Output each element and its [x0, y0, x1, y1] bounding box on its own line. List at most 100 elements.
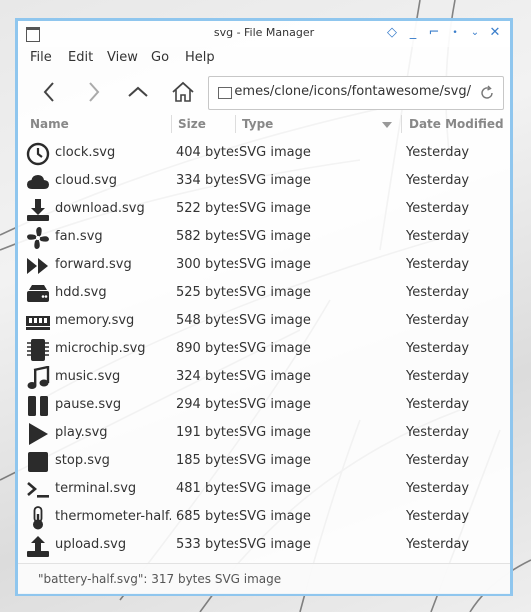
column-separator[interactable] [235, 115, 236, 133]
file-row[interactable]: thermometer-half.svg 685 bytesSVG image Ye… [18, 503, 510, 531]
file-row[interactable]: memory.svg 548 bytes SVG image Yesterday [18, 307, 510, 335]
file-size: 522 bytes [176, 201, 238, 216]
shade-icon[interactable]: • [447, 25, 463, 41]
file-name: music.svg [55, 369, 121, 384]
location-bar[interactable]: /usr/share/themes/clone/icons/fontawesom… [208, 76, 504, 110]
chevron-up-icon [128, 86, 148, 97]
file-name: terminal.svg [55, 481, 137, 496]
file-size: 548 bytes [176, 313, 238, 328]
file-row[interactable]: pause.svg 294 bytes SVG image Yesterday [18, 391, 510, 419]
file-size: 294 bytes [176, 397, 238, 412]
cloud-icon [26, 170, 50, 194]
file-size: 525 bytes [176, 285, 238, 300]
file-name: cloud.svg [55, 173, 118, 188]
file-row[interactable]: fan.svg 582 bytes SVG image Yesterday [18, 223, 510, 251]
file-date-modified: Yesterday [406, 537, 470, 552]
file-type: SVG image [239, 481, 311, 496]
file-manager-window: svg - File Manager ◇ _ ⌐ • ⌄ ✕ File Edit… [15, 18, 513, 596]
file-date-modified: Yesterday [406, 229, 470, 244]
menu-edit[interactable]: Edit [68, 50, 93, 65]
file-date-modified: Yesterday [406, 369, 470, 384]
file-row[interactable]: upload.svg 533 bytes SVG image Yesterday [18, 531, 510, 559]
chevron-right-icon [89, 82, 100, 102]
column-date-modified[interactable]: Date Modified [409, 117, 504, 131]
column-separator[interactable] [171, 115, 172, 133]
back-button[interactable] [34, 77, 64, 107]
file-size: 481 bytes [176, 481, 238, 496]
reload-icon[interactable] [479, 85, 495, 101]
file-type: SVG image [239, 201, 311, 216]
home-button[interactable] [168, 77, 198, 107]
file-name: upload.svg [55, 537, 127, 552]
file-size: 404 bytes [176, 145, 238, 160]
column-header: Name Size Type Date Modified [18, 113, 510, 135]
file-name: forward.svg [55, 257, 132, 272]
column-name[interactable]: Name [30, 117, 69, 131]
file-type: SVG image [239, 369, 311, 384]
file-row[interactable]: terminal.svg 481 bytes SVG image Yesterday [18, 475, 510, 503]
file-type: SVG image [239, 397, 311, 412]
sticky-icon[interactable]: ◇ [384, 25, 400, 41]
column-separator[interactable] [401, 115, 402, 133]
file-size: 582 bytes [176, 229, 238, 244]
menu-view[interactable]: View [107, 50, 138, 65]
title-bar[interactable]: svg - File Manager ◇ _ ⌐ • ⌄ ✕ [18, 21, 510, 47]
file-type: SVG image [239, 285, 311, 300]
file-row[interactable]: hdd.svg 525 bytes SVG image Yesterday [18, 279, 510, 307]
forward-button[interactable] [79, 77, 109, 107]
up-button[interactable] [123, 77, 153, 107]
file-date-modified: Yesterday [406, 173, 470, 188]
file-size: 685 bytes [176, 509, 238, 524]
minimize-icon[interactable]: _ [405, 25, 421, 41]
file-row[interactable]: clock.svg 404 bytes SVG image Yesterday [18, 139, 510, 167]
file-size: 185 bytes [176, 453, 238, 468]
file-type: SVG image [239, 145, 311, 160]
chevron-left-icon [43, 82, 54, 102]
file-row[interactable]: download.svg 522 bytes SVG image Yesterday [18, 195, 510, 223]
stop-icon [26, 450, 50, 474]
file-row[interactable]: play.svg 191 bytes SVG image Yesterday [18, 419, 510, 447]
close-icon[interactable]: ✕ [487, 25, 503, 41]
maximize-icon[interactable]: ⌐ [426, 25, 442, 41]
status-text: "battery-half.svg": 317 bytes SVG image [38, 572, 282, 586]
file-type: SVG image [239, 229, 311, 244]
menu-help[interactable]: Help [185, 50, 215, 65]
file-size: 533 bytes [176, 537, 238, 552]
file-date-modified: Yesterday [406, 509, 470, 524]
file-size: 191 bytes [176, 425, 238, 440]
file-type: SVG image [239, 313, 311, 328]
menu-file[interactable]: File [30, 50, 52, 65]
file-row[interactable]: cloud.svg 334 bytes SVG image Yesterday [18, 167, 510, 195]
thermometer-half-icon [26, 506, 50, 530]
file-type: SVG image [239, 509, 311, 524]
file-name: hdd.svg [55, 285, 107, 300]
file-type: SVG image [239, 257, 311, 272]
fan-icon [26, 226, 50, 250]
file-date-modified: Yesterday [406, 145, 470, 160]
terminal-icon [26, 478, 50, 502]
file-row[interactable]: microchip.svg 890 bytes SVG image Yesterday [18, 335, 510, 363]
sort-descending-icon [382, 122, 392, 128]
file-row[interactable]: stop.svg 185 bytes SVG image Yesterday [18, 447, 510, 475]
download-icon [26, 198, 50, 222]
file-date-modified: Yesterday [406, 341, 470, 356]
memory-icon [26, 310, 50, 334]
file-row[interactable]: forward.svg 300 bytes SVG image Yesterday [18, 251, 510, 279]
file-size: 324 bytes [176, 369, 238, 384]
file-name: clock.svg [55, 145, 116, 160]
clock-icon [26, 142, 50, 166]
file-date-modified: Yesterday [406, 425, 470, 440]
location-path[interactable]: /usr/share/themes/clone/icons/fontawesom… [235, 84, 471, 99]
file-name: download.svg [55, 201, 145, 216]
window-menu-icon[interactable]: ⌄ [467, 25, 483, 41]
file-type: SVG image [239, 341, 311, 356]
file-size: 890 bytes [176, 341, 238, 356]
file-name: stop.svg [55, 453, 110, 468]
file-list[interactable]: clock.svg 404 bytes SVG image Yesterday clou… [18, 139, 510, 559]
column-type[interactable]: Type [242, 117, 273, 131]
file-row[interactable]: music.svg 324 bytes SVG image Yesterday [18, 363, 510, 391]
column-size[interactable]: Size [178, 117, 206, 131]
menu-go[interactable]: Go [151, 50, 169, 65]
file-name: play.svg [55, 425, 108, 440]
file-date-modified: Yesterday [406, 397, 470, 412]
